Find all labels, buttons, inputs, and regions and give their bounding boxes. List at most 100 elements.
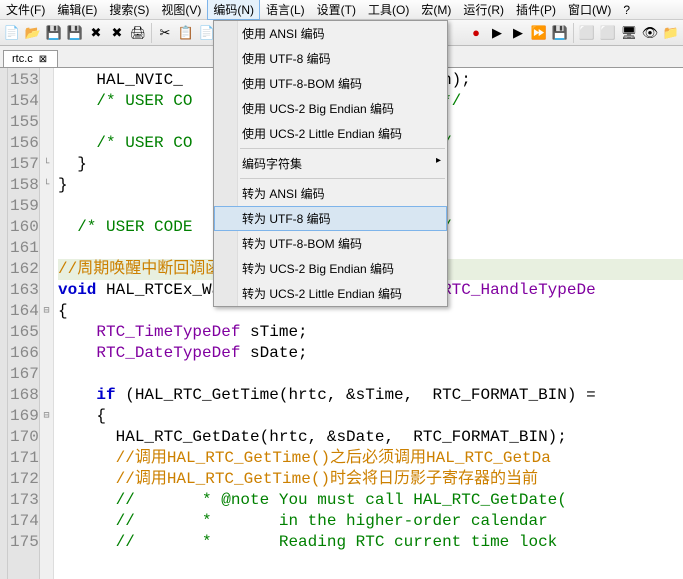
tab-label: rtc.c: [12, 53, 33, 65]
cut-icon[interactable]: ✂: [155, 23, 175, 43]
save-macro-icon[interactable]: 💾: [550, 23, 570, 43]
encoding-menu-item[interactable]: 转为 UTF-8 编码: [214, 206, 447, 231]
line-number: 157: [10, 154, 33, 175]
encoding-menu-item[interactable]: 编码字符集: [214, 151, 447, 176]
menu-item[interactable]: 编辑(E): [51, 0, 103, 20]
fold-marker: [40, 490, 53, 511]
monitor-icon[interactable]: 🖥: [619, 23, 639, 43]
encoding-menu-item[interactable]: 使用 ANSI 编码: [214, 21, 447, 46]
fold-marker[interactable]: ⊟: [40, 406, 53, 427]
fold-marker: [40, 133, 53, 154]
encoding-menu: 使用 ANSI 编码使用 UTF-8 编码使用 UTF-8-BOM 编码使用 U…: [213, 20, 448, 307]
line-number: 170: [10, 427, 33, 448]
fold-marker: [40, 322, 53, 343]
line-number: 173: [10, 490, 33, 511]
line-number: 167: [10, 364, 33, 385]
line-number: 165: [10, 322, 33, 343]
save-all-icon[interactable]: 💾: [65, 23, 85, 43]
tool-icon-2[interactable]: ⬜: [598, 23, 618, 43]
fold-marker: [40, 427, 53, 448]
fold-marker: [40, 70, 53, 91]
code-line[interactable]: // * @note You must call HAL_RTC_GetDate…: [58, 490, 683, 511]
encoding-menu-item[interactable]: 使用 UCS-2 Big Endian 编码: [214, 96, 447, 121]
line-number: 163: [10, 280, 33, 301]
line-number: 175: [10, 532, 33, 553]
code-line[interactable]: RTC_DateTypeDef sDate;: [58, 343, 683, 364]
encoding-menu-item[interactable]: 使用 UTF-8-BOM 编码: [214, 71, 447, 96]
line-number: 169: [10, 406, 33, 427]
menu-item[interactable]: 搜索(S): [103, 0, 155, 20]
tool-icon-1[interactable]: ⬜: [577, 23, 597, 43]
fold-marker: [40, 385, 53, 406]
fold-marker[interactable]: └: [40, 175, 53, 196]
encoding-menu-item[interactable]: 转为 UCS-2 Big Endian 编码: [214, 256, 447, 281]
code-line[interactable]: // * Reading RTC current time lock: [58, 532, 683, 553]
line-number: 154: [10, 91, 33, 112]
menu-separator: [240, 178, 445, 179]
code-line[interactable]: RTC_TimeTypeDef sTime;: [58, 322, 683, 343]
eye-icon[interactable]: 👁: [640, 23, 660, 43]
encoding-menu-item[interactable]: 转为 ANSI 编码: [214, 181, 447, 206]
fold-marker: [40, 196, 53, 217]
fold-marker[interactable]: └: [40, 154, 53, 175]
new-file-icon[interactable]: 📄: [2, 23, 22, 43]
fold-marker: [40, 469, 53, 490]
menu-item[interactable]: 设置(T): [311, 0, 362, 20]
menubar: 文件(F)编辑(E)搜索(S)视图(V)编码(N)语言(L)设置(T)工具(O)…: [0, 0, 683, 20]
menu-item[interactable]: 宏(M): [415, 0, 457, 20]
line-number: 168: [10, 385, 33, 406]
line-number: 164: [10, 301, 33, 322]
menu-item[interactable]: 编码(N): [207, 0, 260, 20]
copy-icon[interactable]: 📋: [176, 23, 196, 43]
line-number: 171: [10, 448, 33, 469]
close-all-icon[interactable]: ✖: [107, 23, 127, 43]
fold-marker: [40, 448, 53, 469]
menu-item[interactable]: 窗口(W): [562, 0, 617, 20]
code-line[interactable]: if (HAL_RTC_GetTime(hrtc, &sTime, RTC_FO…: [58, 385, 683, 406]
line-number: 155: [10, 112, 33, 133]
save-icon[interactable]: 💾: [44, 23, 64, 43]
menu-item[interactable]: 运行(R): [457, 0, 510, 20]
fold-marker[interactable]: ⊟: [40, 301, 53, 322]
tab-close-icon[interactable]: ⊠: [37, 54, 49, 65]
line-number: 156: [10, 133, 33, 154]
line-number: 174: [10, 511, 33, 532]
menu-item[interactable]: 视图(V): [155, 0, 207, 20]
encoding-menu-item[interactable]: 转为 UTF-8-BOM 编码: [214, 231, 447, 256]
code-line[interactable]: [58, 364, 683, 385]
playback-icon[interactable]: ▶: [508, 23, 528, 43]
indicator-column: [0, 68, 8, 579]
fold-marker: [40, 217, 53, 238]
play-icon[interactable]: ▶: [487, 23, 507, 43]
code-line[interactable]: HAL_RTC_GetDate(hrtc, &sDate, RTC_FORMAT…: [58, 427, 683, 448]
line-number: 166: [10, 343, 33, 364]
line-number: 158: [10, 175, 33, 196]
line-number: 153: [10, 70, 33, 91]
menu-item[interactable]: ?: [617, 1, 636, 19]
menu-item[interactable]: 工具(O): [362, 0, 415, 20]
menu-item[interactable]: 语言(L): [260, 0, 311, 20]
fold-marker: [40, 364, 53, 385]
fold-marker: [40, 532, 53, 553]
menu-separator: [240, 148, 445, 149]
encoding-menu-item[interactable]: 使用 UTF-8 编码: [214, 46, 447, 71]
close-icon[interactable]: ✖: [86, 23, 106, 43]
fold-marker: [40, 259, 53, 280]
code-line[interactable]: {: [58, 406, 683, 427]
print-icon[interactable]: 🖨: [128, 23, 148, 43]
code-line[interactable]: //调用HAL_RTC_GetTime()时会将日历影子寄存器的当前: [58, 469, 683, 490]
encoding-menu-item[interactable]: 使用 UCS-2 Little Endian 编码: [214, 121, 447, 146]
code-line[interactable]: //调用HAL_RTC_GetTime()之后必须调用HAL_RTC_GetDa: [58, 448, 683, 469]
fold-marker: [40, 112, 53, 133]
tab-rtc-c[interactable]: rtc.c ⊠: [3, 50, 58, 67]
menu-item[interactable]: 文件(F): [0, 0, 51, 20]
menu-item[interactable]: 插件(P): [510, 0, 562, 20]
record-icon[interactable]: ●: [466, 23, 486, 43]
fold-column: └└ ⊟ ⊟: [40, 68, 54, 579]
open-file-icon[interactable]: 📂: [23, 23, 43, 43]
folder-icon[interactable]: 📁: [661, 23, 681, 43]
encoding-menu-item[interactable]: 转为 UCS-2 Little Endian 编码: [214, 281, 447, 306]
code-line[interactable]: // * in the higher-order calendar: [58, 511, 683, 532]
line-number: 161: [10, 238, 33, 259]
ff-icon[interactable]: ⏩: [529, 23, 549, 43]
